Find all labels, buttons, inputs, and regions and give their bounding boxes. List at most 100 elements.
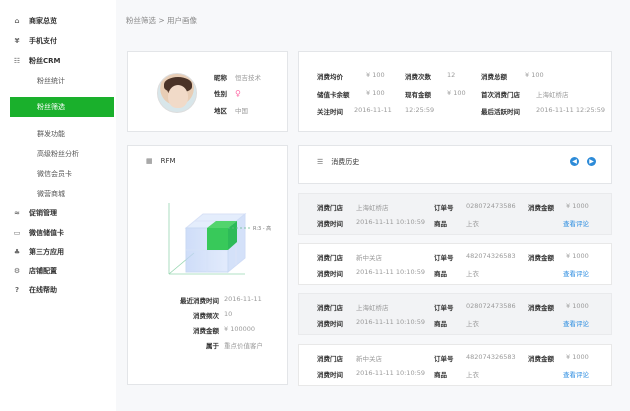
sidebar-item-help[interactable]: ? 在线帮助 — [0, 280, 116, 300]
record-order-label: 订单号 — [434, 204, 454, 212]
main-content: 粉丝筛选 > 用户画像 昵称 恒吉技术 性别 ♀ 地区 中国 消费均价 ¥ 100 消费… — [116, 0, 630, 411]
spend-avg-value: ¥ 100 — [366, 71, 385, 79]
view-comment-link[interactable]: 查看评论 — [563, 369, 589, 379]
record-order-label: 订单号 — [434, 254, 454, 262]
sidebar: ⌂ 商家总览 ¥ 手机支付 ☷ 粉丝CRM 粉丝统计 粉丝筛选 群发功能 高级粉丝分析… — [0, 0, 116, 411]
sidebar-item-promotion[interactable]: ≈ 促销管理 — [0, 203, 116, 223]
next-page-button[interactable]: ▶ — [587, 157, 596, 166]
record-order-value: 482074326583 — [466, 353, 516, 361]
list-icon: ☰ — [317, 158, 324, 166]
apps-icon: ♣ — [13, 248, 21, 256]
sidebar-item-fan-filter[interactable]: 粉丝筛选 — [10, 97, 114, 117]
record-time-value: 2016-11-11 10:10:59 — [356, 369, 426, 377]
record-store-value: 新中关店 — [356, 355, 382, 363]
sidebar-item-store-config[interactable]: ⚙ 店铺配置 — [0, 261, 116, 281]
sidebar-item-crm[interactable]: ☷ 粉丝CRM — [0, 51, 116, 71]
record-time-value: 2016-11-11 10:10:59 — [356, 318, 426, 326]
gender-label: 性别 — [214, 90, 227, 98]
spend-count-value: 12 — [447, 71, 456, 79]
rfm-title: ▦ RFM — [146, 157, 176, 165]
record-order-value: 028072473586 — [466, 202, 516, 210]
sidebar-item-stored-card[interactable]: ▭ 微信储值卡 — [0, 223, 116, 243]
last-active-label: 最后活跃时间 — [481, 108, 520, 116]
sidebar-item-label: 第三方应用 — [29, 248, 64, 256]
record-amount-label: 消费金额 — [528, 204, 554, 212]
record-time-label: 消费时间 — [317, 320, 343, 328]
record-order-value: 482074326583 — [466, 252, 516, 260]
previous-page-button[interactable]: ◀ — [570, 157, 579, 166]
sidebar-item-label: 微营商城 — [37, 190, 65, 198]
view-comment-link[interactable]: 查看评论 — [563, 268, 589, 278]
consume-amount-label: 消费金额 — [193, 327, 219, 335]
breadcrumb: 粉丝筛选 > 用户画像 — [126, 16, 198, 25]
balance-label: 储值卡余额 — [317, 91, 350, 99]
yuan-icon: ¥ — [14, 37, 20, 45]
points-label: 现有金额 — [405, 91, 431, 99]
nickname-row: 昵称 恒吉技术 — [214, 72, 261, 82]
female-icon: ♀ — [235, 89, 241, 98]
sidebar-item-label: 高级粉丝分析 — [37, 150, 79, 158]
sidebar-item-mall[interactable]: 微营商城 — [0, 184, 116, 204]
avatar — [157, 73, 197, 113]
spend-count-label: 消费次数 — [405, 73, 431, 81]
record-product-label: 商品 — [434, 371, 447, 379]
spend-total-value: ¥ 100 — [525, 71, 544, 79]
history-record-1: 消费门店 上海虹桥店 消费时间 2016-11-11 10:10:59 订单号 028… — [298, 193, 612, 235]
sidebar-item-fan-stats[interactable]: 粉丝统计 — [0, 71, 116, 91]
region-row: 地区 中国 — [214, 105, 248, 115]
sidebar-item-label: 手机支付 — [29, 37, 57, 45]
record-amount-value: ¥ 1000 — [566, 252, 589, 260]
nickname-value: 恒吉技术 — [235, 74, 261, 82]
record-amount-value: ¥ 1000 — [566, 202, 589, 210]
points-value: ¥ 100 — [447, 89, 466, 97]
sidebar-item-label: 粉丝CRM — [29, 57, 61, 65]
record-store-label: 消费门店 — [317, 304, 343, 312]
rfm-title-text: RFM — [160, 157, 176, 165]
record-time-value: 2016-11-11 10:10:59 — [356, 268, 426, 276]
record-store-label: 消费门店 — [317, 355, 343, 363]
segment-label: 属于 — [206, 342, 219, 350]
history-record-4: 消费门店 新中关店 消费时间 2016-11-11 10:10:59 订单号 4820… — [298, 344, 612, 386]
view-comment-link[interactable]: 查看评论 — [563, 218, 589, 228]
promotion-icon: ≈ — [14, 209, 20, 217]
first-store-value: 上海虹桥店 — [536, 91, 569, 99]
profile-card: 昵称 恒吉技术 性别 ♀ 地区 中国 — [127, 51, 288, 132]
view-comment-link[interactable]: 查看评论 — [563, 318, 589, 328]
nickname-label: 昵称 — [214, 74, 227, 82]
record-product-label: 商品 — [434, 270, 447, 278]
first-store-label: 首次消费门店 — [481, 91, 520, 99]
sidebar-item-label: 微信储值卡 — [29, 229, 64, 237]
sidebar-item-advanced-analysis[interactable]: 高级粉丝分析 — [0, 144, 116, 164]
settings-icon: ⚙ — [13, 267, 21, 275]
record-product-value: 上衣 — [466, 270, 479, 278]
sidebar-item-mass-send[interactable]: 群发功能 — [0, 124, 116, 144]
history-record-2: 消费门店 新中关店 消费时间 2016-11-11 10:10:59 订单号 4820… — [298, 243, 612, 285]
record-store-value: 上海虹桥店 — [356, 304, 389, 312]
history-header-card: ☰ 消费历史 ◀ ▶ — [298, 145, 612, 184]
sidebar-item-home[interactable]: ⌂ 商家总览 — [0, 11, 116, 31]
record-product-value: 上衣 — [466, 220, 479, 228]
face-shape — [168, 85, 188, 108]
sidebar-item-label: 商家总览 — [29, 17, 57, 25]
record-time-value: 2016-11-11 10:10:59 — [356, 218, 426, 226]
sidebar-item-label: 在线帮助 — [29, 286, 57, 294]
follow-date-value: 2016-11-11 — [354, 106, 392, 114]
rfm-chart-label: R:3 - 高 — [253, 225, 271, 232]
frequency-value: 10 — [224, 310, 233, 318]
sidebar-item-member-card[interactable]: 微信会员卡 — [0, 164, 116, 184]
history-title: ☰ 消费历史 — [317, 157, 359, 167]
sidebar-item-label: 店铺配置 — [29, 267, 57, 275]
sidebar-item-mobile-pay[interactable]: ¥ 手机支付 — [0, 31, 116, 51]
crm-icon: ☷ — [13, 57, 21, 65]
sidebar-item-label: 微信会员卡 — [37, 170, 72, 178]
rfm-icon: ▦ — [146, 157, 153, 165]
last-consume-value: 2016-11-11 — [224, 295, 262, 303]
rfm-highlight-cell — [207, 221, 237, 250]
record-product-label: 商品 — [434, 320, 447, 328]
follow-time-value: 12:25:59 — [405, 106, 435, 114]
sidebar-item-label: 粉丝统计 — [37, 77, 65, 85]
record-amount-value: ¥ 1000 — [566, 302, 589, 310]
consume-amount-value: ¥ 100000 — [224, 325, 256, 333]
sidebar-item-third-party[interactable]: ♣ 第三方应用 — [0, 242, 116, 262]
record-time-label: 消费时间 — [317, 220, 343, 228]
